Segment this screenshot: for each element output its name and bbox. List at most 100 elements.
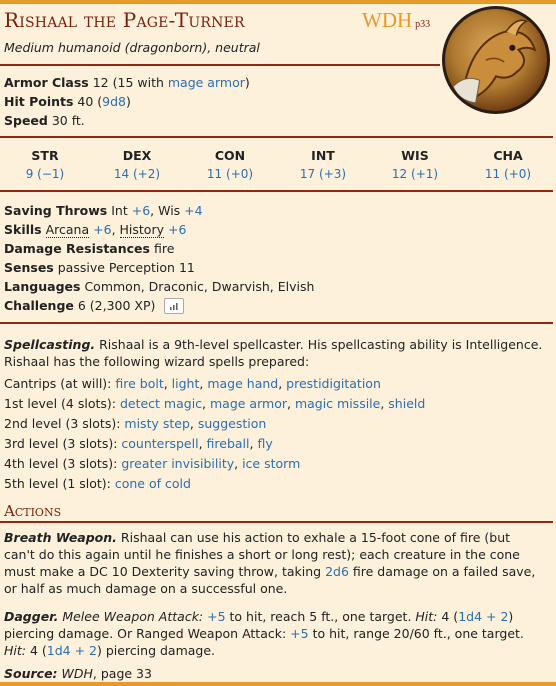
resist-label: Damage Resistances (4, 241, 150, 256)
spell-level-label: 3rd level (3 slots): (4, 436, 122, 451)
senses-label: Senses (4, 260, 54, 275)
spell-link[interactable]: suggestion (198, 416, 266, 431)
hit-label: Hit: (415, 609, 438, 624)
source-book[interactable]: WDH (62, 666, 93, 681)
encounter-difficulty-button[interactable] (164, 297, 185, 314)
breath-title: Breath Weapon. (4, 530, 117, 545)
creature-token-avatar[interactable] (442, 6, 550, 114)
ability-label: STR (31, 148, 59, 163)
spell-level-label: 4th level (3 slots): (4, 456, 122, 471)
ability-str: STR 9 (−1) (0, 148, 90, 181)
spellcasting-trait: Spellcasting. Rishaal is a 9th-level spe… (4, 336, 544, 370)
ability-roll[interactable]: 12 (+1) (370, 167, 460, 181)
senses-value: passive Perception 11 (57, 260, 195, 275)
spell-level-3: 3rd level (3 slots): counterspell, fireb… (4, 436, 273, 451)
challenge-value: 6 (2,300 XP) (77, 298, 156, 313)
ac-close: ) (244, 75, 250, 90)
spell-link[interactable]: misty step (124, 416, 189, 431)
spell-link[interactable]: counterspell (121, 436, 198, 451)
ability-roll[interactable]: 14 (+2) (92, 167, 182, 181)
divider (0, 64, 440, 66)
ability-con: CON 11 (+0) (185, 148, 275, 181)
spell-link[interactable]: shield (388, 396, 425, 411)
source-page: p33 (415, 19, 431, 30)
dagger-text: 4 ( (26, 643, 47, 658)
hit-label: Hit: (4, 643, 26, 658)
dagger-text: to hit, range 20/60 ft., one target. (308, 626, 524, 641)
spell-level-5: 5th level (1 slot): cone of cold (4, 476, 191, 491)
ability-roll[interactable]: 9 (−1) (0, 167, 90, 181)
actions-heading: Actions (4, 502, 62, 520)
spell-link[interactable]: mage armor (210, 396, 287, 411)
saves-label: Saving Throws (4, 203, 108, 218)
bottom-border (0, 682, 556, 686)
save-wis-roll[interactable]: +4 (184, 203, 202, 218)
spell-link[interactable]: greater invisibility (121, 456, 234, 471)
dagger-text: ) piercing damage. (97, 643, 216, 658)
spell-link[interactable]: prestidigitation (286, 376, 381, 391)
spell-level-label: 2nd level (3 slots): (4, 416, 125, 431)
skill-history[interactable]: History (119, 222, 164, 238)
dagger-damage-roll[interactable]: 1d4 + 2 (458, 609, 508, 624)
spell-link[interactable]: magic missile (295, 396, 380, 411)
ability-roll[interactable]: 11 (+0) (463, 167, 553, 181)
ac-label: Armor Class (4, 75, 89, 90)
breath-dice-roll[interactable]: 2d6 (325, 564, 349, 579)
dagger-text: 4 ( (437, 609, 459, 624)
mage-armor-link[interactable]: mage armor (168, 75, 245, 90)
dagger-damage-roll[interactable]: 1d4 + 2 (47, 643, 97, 658)
spell-level-1: 1st level (4 slots): detect magic, mage … (4, 396, 426, 411)
spell-link[interactable]: mage hand (207, 376, 278, 391)
divider (0, 322, 553, 324)
source-page-text: , page 33 (92, 666, 152, 681)
languages-value: Common, Draconic, Dwarvish, Elvish (84, 279, 315, 294)
source-tag[interactable]: WDH p33 (362, 8, 430, 33)
source-label: Source: (4, 666, 58, 681)
skill-history-roll[interactable]: +6 (168, 222, 186, 237)
spell-link[interactable]: light (172, 376, 200, 391)
spell-level-label: Cantrips (at will): (4, 376, 116, 391)
skill-arcana-roll[interactable]: +6 (93, 222, 111, 237)
armor-class-row: Armor Class 12 (15 with mage armor) (4, 75, 250, 90)
languages-label: Languages (4, 279, 81, 294)
hp-close: ) (126, 94, 131, 109)
spell-link[interactable]: detect magic (120, 396, 202, 411)
ability-label: INT (311, 148, 335, 163)
action-dagger: Dagger. Melee Weapon Attack: +5 to hit, … (4, 608, 544, 659)
ac-value: 12 (15 with (92, 75, 168, 90)
spell-link[interactable]: fire bolt (115, 376, 163, 391)
speed-row: Speed 30 ft. (4, 113, 85, 128)
skill-arcana[interactable]: Arcana (45, 222, 90, 238)
spellcasting-title: Spellcasting. (4, 337, 96, 352)
senses-row: Senses passive Perception 11 (4, 260, 195, 275)
spell-link[interactable]: fireball (207, 436, 250, 451)
hp-dice-roll[interactable]: 9d8 (102, 94, 126, 109)
save-int-roll[interactable]: +6 (132, 203, 150, 218)
ability-roll[interactable]: 11 (+0) (185, 167, 275, 181)
creature-type: Medium humanoid (dragonborn), neutral (4, 40, 260, 55)
dagger-text: to hit, reach 5 ft., one target. (225, 609, 416, 624)
skills-row: Skills Arcana +6, History +6 (4, 222, 186, 238)
spell-link[interactable]: ice storm (242, 456, 300, 471)
dagger-title: Dagger. (4, 609, 59, 624)
dagger-ranged-roll[interactable]: +5 (290, 626, 308, 641)
challenge-label: Challenge (4, 298, 74, 313)
divider (0, 136, 553, 138)
save-wis: , Wis (150, 203, 185, 218)
ability-dex: DEX 14 (+2) (92, 148, 182, 181)
saving-throws-row: Saving Throws Int +6, Wis +4 (4, 203, 203, 218)
ability-int: INT 17 (+3) (278, 148, 368, 181)
ability-roll[interactable]: 17 (+3) (278, 167, 368, 181)
speed-label: Speed (4, 113, 48, 128)
languages-row: Languages Common, Draconic, Dwarvish, El… (4, 279, 314, 294)
spell-link[interactable]: cone of cold (115, 476, 191, 491)
spell-level-label: 5th level (1 slot): (4, 476, 115, 491)
dagger-melee-roll[interactable]: +5 (207, 609, 225, 624)
signal-bars-icon (170, 302, 179, 310)
hp-value: 40 ( (77, 94, 103, 109)
source-abbr[interactable]: WDH (362, 8, 412, 32)
dragon-head-icon (452, 19, 537, 104)
spell-link[interactable]: fly (257, 436, 272, 451)
damage-resistances-row: Damage Resistances fire (4, 241, 174, 256)
skill-sep: , (111, 222, 120, 237)
